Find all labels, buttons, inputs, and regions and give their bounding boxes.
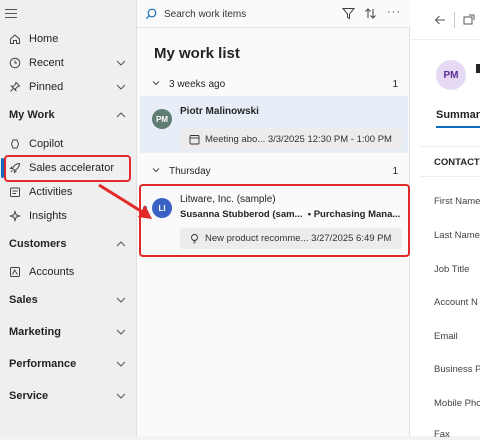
open-record-icon[interactable] bbox=[463, 14, 475, 26]
section-title: CONTACT bbox=[434, 157, 480, 168]
field-label-last-name: Last Name bbox=[434, 230, 480, 241]
field-label-business-phone: Business P bbox=[434, 364, 480, 375]
field-label-first-name: First Name bbox=[434, 196, 480, 207]
annotation-arrow bbox=[98, 183, 152, 219]
record-name-fragment bbox=[476, 64, 480, 73]
detail-pane: PM Summar CONTACT First Name Last Name J… bbox=[410, 0, 480, 440]
tab-summary[interactable]: Summar bbox=[436, 109, 480, 121]
detail-toolbar bbox=[410, 0, 480, 40]
field-label-account-name: Account N bbox=[434, 297, 478, 308]
divider bbox=[420, 176, 480, 177]
field-label-email: Email bbox=[434, 331, 458, 342]
field-label-mobile-phone: Mobile Pho bbox=[434, 398, 480, 409]
back-arrow-icon[interactable] bbox=[434, 14, 446, 26]
tab-active-underline bbox=[436, 126, 480, 128]
field-label-job-title: Job Title bbox=[434, 264, 470, 275]
toolbar-divider bbox=[454, 12, 455, 28]
field-label-fax: Fax bbox=[434, 429, 450, 440]
divider bbox=[420, 146, 480, 147]
avatar: PM bbox=[436, 60, 466, 90]
